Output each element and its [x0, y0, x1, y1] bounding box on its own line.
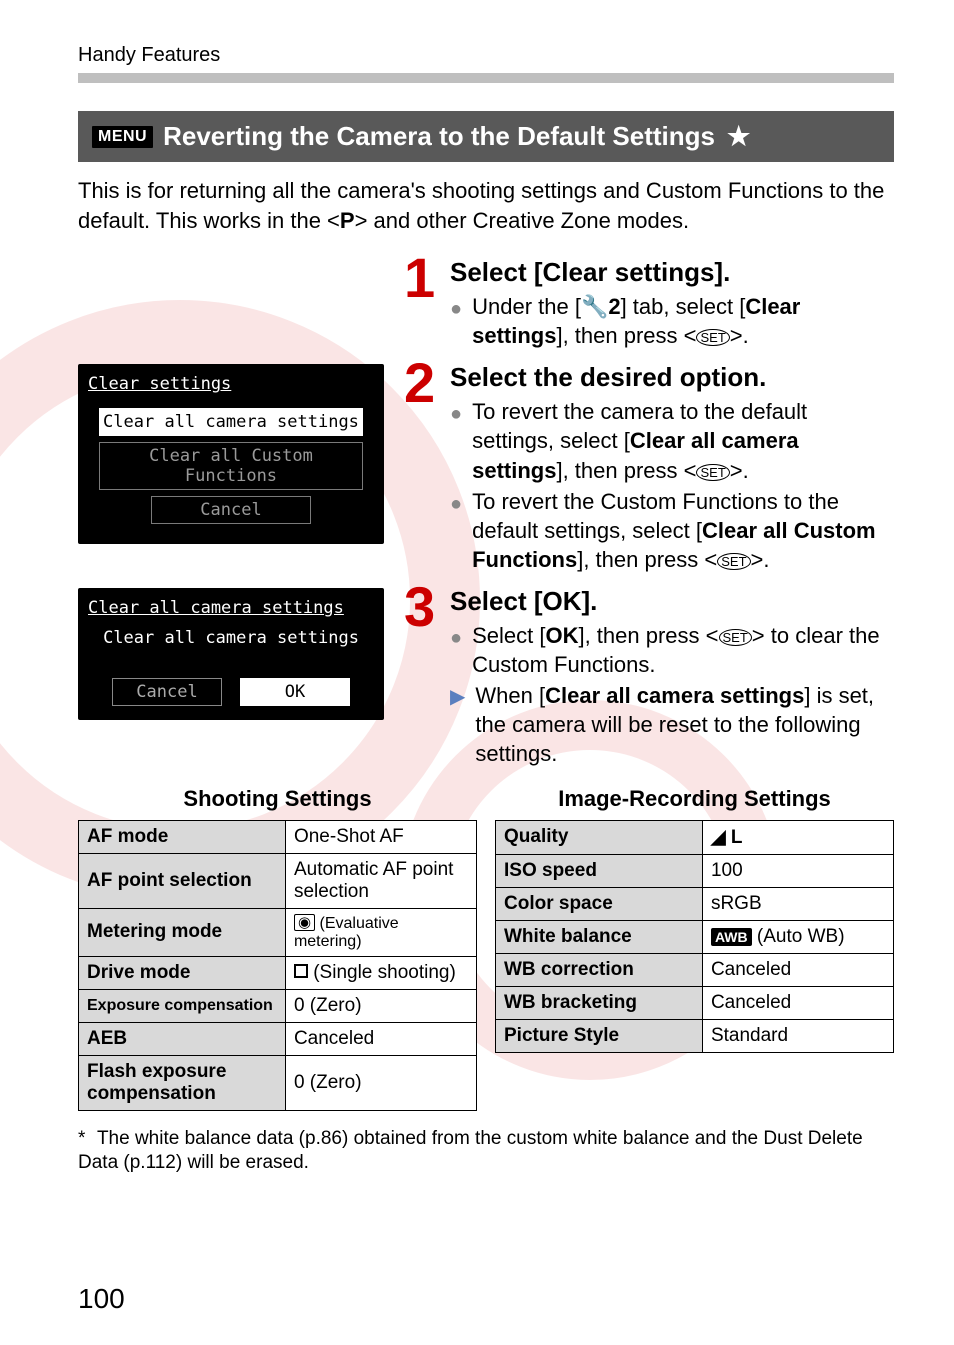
- mode-p-icon: P: [340, 208, 355, 233]
- step-number: 2: [404, 358, 444, 408]
- step-title: Select [OK].: [450, 586, 894, 617]
- image-table-title: Image-Recording Settings: [495, 786, 894, 812]
- table-row: ISO speed100: [496, 854, 894, 887]
- table-key: Exposure compensation: [79, 989, 286, 1022]
- quality-large-icon: ◢: [711, 827, 726, 848]
- section-heading: MENU Reverting the Camera to the Default…: [78, 111, 894, 162]
- chapter-divider: [78, 73, 894, 83]
- table-value: Canceled: [702, 986, 893, 1019]
- table-key: Metering mode: [79, 908, 286, 956]
- step-bullet: ●Under the [🔧2] tab, select [Clear setti…: [450, 292, 894, 350]
- lcd-ok-button[interactable]: OK: [240, 678, 350, 706]
- table-value: One-Shot AF: [285, 820, 476, 853]
- dot-bullet-icon: ●: [450, 491, 462, 574]
- table-key: ISO speed: [496, 854, 703, 887]
- table-key: AEB: [79, 1022, 286, 1055]
- table-key: AF point selection: [79, 853, 286, 908]
- table-row: AEBCanceled: [79, 1022, 477, 1055]
- table-value: ◢ L: [702, 820, 893, 854]
- pro-mode-star-icon: ★: [727, 121, 750, 152]
- chapter-title: Handy Features: [78, 44, 894, 67]
- menu-icon: MENU: [92, 126, 153, 148]
- single-shot-icon: [294, 964, 308, 978]
- awb-icon: AWB: [711, 928, 752, 946]
- step-bullet: ●To revert the Custom Functions to the d…: [450, 487, 894, 574]
- table-row: Flash exposure compensation0 (Zero): [79, 1055, 477, 1110]
- lcd-clear-settings: Clear settings Clear all camera settings C…: [78, 364, 384, 544]
- lcd-option[interactable]: Clear all camera settings: [99, 408, 362, 436]
- table-value: (Single shooting): [285, 956, 476, 989]
- intro-paragraph: This is for returning all the camera's s…: [78, 176, 894, 235]
- table-key: White balance: [496, 920, 703, 953]
- table-row: Metering mode◉ (Evaluative metering): [79, 908, 477, 956]
- step-bullet: ●Select [OK], then press <SET> to clear …: [450, 621, 894, 679]
- table-key: Quality: [496, 820, 703, 854]
- section-title-text: Reverting the Camera to the Default Sett…: [163, 121, 715, 152]
- dot-bullet-icon: ●: [450, 296, 462, 350]
- table-value: Canceled: [702, 953, 893, 986]
- page-number: 100: [78, 1283, 125, 1315]
- lcd-title: Clear settings: [88, 374, 374, 394]
- table-key: AF mode: [79, 820, 286, 853]
- table-row: Color spacesRGB: [496, 887, 894, 920]
- table-key: Picture Style: [496, 1019, 703, 1052]
- table-row: Exposure compensation0 (Zero): [79, 989, 477, 1022]
- lcd-subtitle: Clear all camera settings: [88, 628, 374, 648]
- image-settings-table: Quality◢ LISO speed100Color spacesRGBWhi…: [495, 820, 894, 1053]
- table-value: 100: [702, 854, 893, 887]
- table-key: WB bracketing: [496, 986, 703, 1019]
- table-row: WB correctionCanceled: [496, 953, 894, 986]
- footnote: * The white balance data (p.86) obtained…: [78, 1127, 894, 1176]
- step-number: 3: [404, 582, 444, 632]
- step-title: Select the desired option.: [450, 362, 894, 393]
- table-row: AF point selectionAutomatic AF point sel…: [79, 853, 477, 908]
- table-value: Canceled: [285, 1022, 476, 1055]
- lcd-option[interactable]: Clear all Custom Functions: [99, 442, 362, 490]
- step-bullet: ▶When [Clear all camera settings] is set…: [450, 681, 894, 768]
- table-row: WB bracketingCanceled: [496, 986, 894, 1019]
- table-key: Color space: [496, 887, 703, 920]
- lcd-option[interactable]: Cancel: [151, 496, 311, 524]
- table-row: Drive mode (Single shooting): [79, 956, 477, 989]
- set-button-icon: SET: [696, 329, 729, 346]
- table-row: Picture StyleStandard: [496, 1019, 894, 1052]
- table-row: White balanceAWB (Auto WB): [496, 920, 894, 953]
- table-key: Drive mode: [79, 956, 286, 989]
- shooting-table-title: Shooting Settings: [78, 786, 477, 812]
- table-key: WB correction: [496, 953, 703, 986]
- table-value: AWB (Auto WB): [702, 920, 893, 953]
- table-value: Automatic AF point selection: [285, 853, 476, 908]
- table-value: ◉ (Evaluative metering): [285, 908, 476, 956]
- table-value: 0 (Zero): [285, 1055, 476, 1110]
- wrench-tab-icon: 🔧2: [581, 294, 621, 319]
- step-title: Select [Clear settings].: [450, 257, 894, 288]
- lcd-cancel-button[interactable]: Cancel: [112, 678, 222, 706]
- dot-bullet-icon: ●: [450, 401, 462, 484]
- table-row: Quality◢ L: [496, 820, 894, 854]
- lcd-title: Clear all camera settings: [88, 598, 374, 618]
- table-value: sRGB: [702, 887, 893, 920]
- table-value: 0 (Zero): [285, 989, 476, 1022]
- set-button-icon: SET: [719, 629, 752, 646]
- lcd-confirm-dialog: Clear all camera settings Clear all camer…: [78, 588, 384, 720]
- set-button-icon: SET: [717, 553, 750, 570]
- table-row: AF modeOne-Shot AF: [79, 820, 477, 853]
- step-number: 1: [404, 253, 444, 303]
- triangle-bullet-icon: ▶: [450, 684, 465, 768]
- evaluative-metering-icon: ◉: [294, 914, 315, 931]
- dot-bullet-icon: ●: [450, 625, 462, 679]
- step-bullet: ●To revert the camera to the default set…: [450, 397, 894, 484]
- table-value: Standard: [702, 1019, 893, 1052]
- shooting-settings-table: AF modeOne-Shot AFAF point selectionAuto…: [78, 820, 477, 1111]
- set-button-icon: SET: [696, 464, 729, 481]
- table-key: Flash exposure compensation: [79, 1055, 286, 1110]
